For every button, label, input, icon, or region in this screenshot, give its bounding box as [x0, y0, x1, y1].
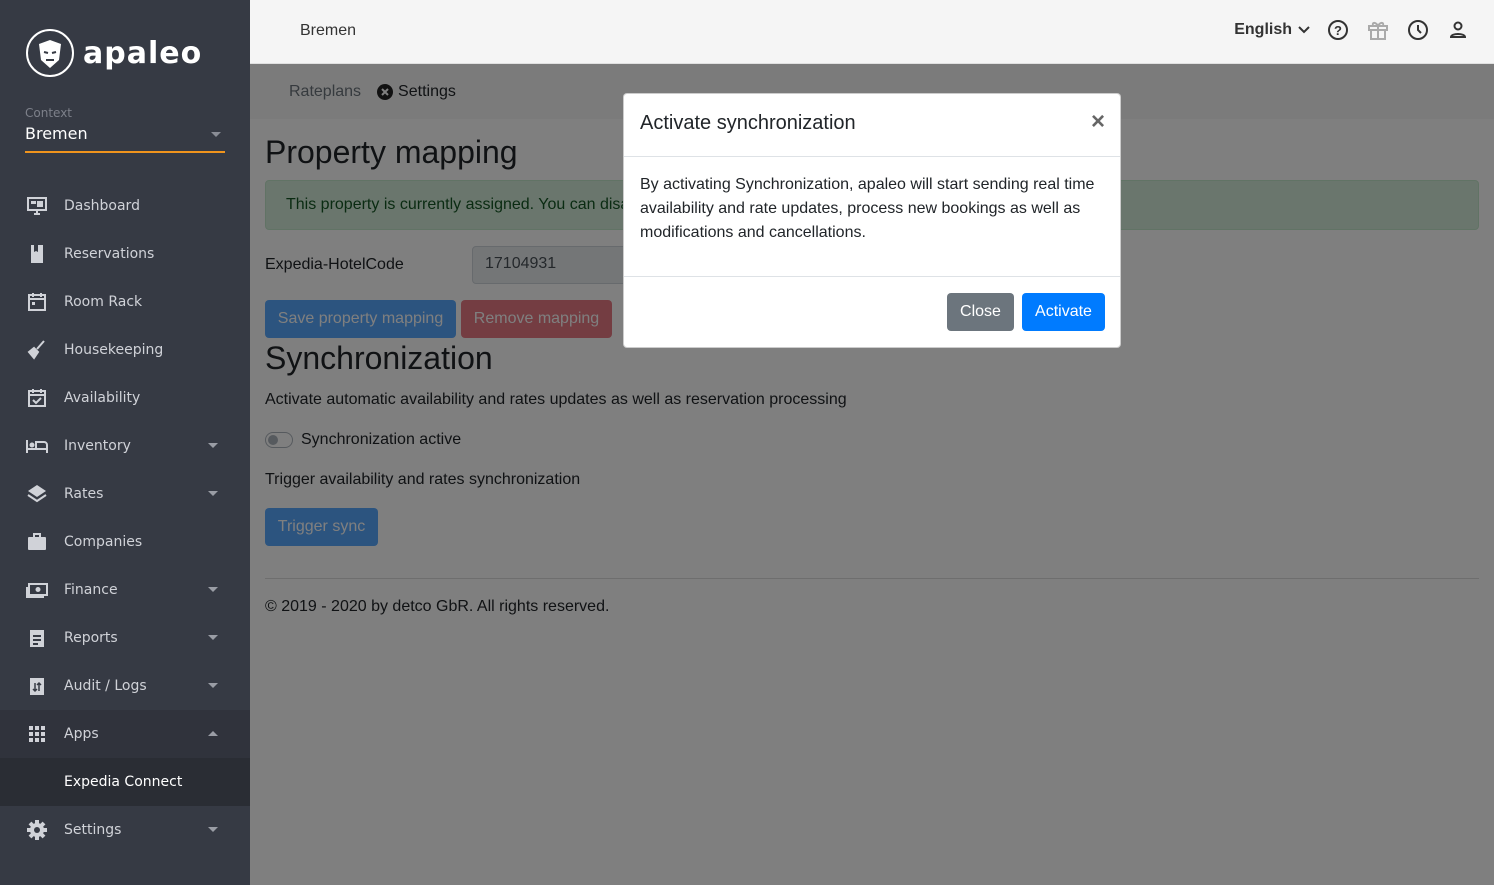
modal-body: By activating Synchronization, apaleo wi… [624, 157, 1120, 277]
sidebar-item-label: Rates [64, 486, 103, 502]
property-title: Bremen [300, 22, 356, 40]
sidebar-nav: Dashboard Reservations Room Rack Housekeepi… [0, 182, 250, 854]
sidebar-item-label: Room Rack [64, 294, 142, 310]
caret-up-icon [208, 726, 218, 736]
sidebar-item-companies[interactable]: Companies [0, 518, 250, 566]
sidebar-item-label: Inventory [64, 438, 131, 454]
caret-down-icon [208, 587, 218, 597]
lion-logo-icon [25, 28, 75, 78]
sidebar-item-label: Reports [64, 630, 118, 646]
sidebar-item-reservations[interactable]: Reservations [0, 230, 250, 278]
sidebar-item-label: Reservations [64, 246, 154, 262]
gear-icon [25, 818, 49, 842]
money-icon [25, 578, 49, 602]
monitor-icon [25, 194, 49, 218]
help-icon[interactable]: ? [1326, 18, 1350, 42]
modal-title: Activate synchronization [640, 112, 856, 134]
sidebar-item-inventory[interactable]: Inventory [0, 422, 250, 470]
sidebar-item-rates[interactable]: Rates [0, 470, 250, 518]
sidebar-item-label: Dashboard [64, 198, 140, 214]
caret-down-icon [208, 491, 218, 501]
activate-button[interactable]: Activate [1022, 293, 1105, 331]
sidebar: apaleo Context Bremen Dashboard Reservati… [0, 0, 250, 885]
calendar-check-icon [25, 386, 49, 410]
sidebar-item-label: Settings [64, 822, 121, 838]
sidebar-item-expedia-connect[interactable]: Expedia Connect [0, 758, 250, 806]
sidebar-item-dashboard[interactable]: Dashboard [0, 182, 250, 230]
sidebar-item-label: Companies [64, 534, 142, 550]
sidebar-item-room-rack[interactable]: Room Rack [0, 278, 250, 326]
chevron-down-icon [1298, 26, 1310, 34]
clock-icon[interactable] [1406, 18, 1430, 42]
clipboard-icon [25, 626, 49, 650]
bookmark-icon [25, 242, 49, 266]
sidebar-item-finance[interactable]: Finance [0, 566, 250, 614]
close-icon[interactable]: × [1091, 108, 1105, 136]
sidebar-item-reports[interactable]: Reports [0, 614, 250, 662]
caret-down-icon [211, 132, 221, 142]
sidebar-item-label: Apps [64, 726, 99, 742]
calendar-icon [25, 290, 49, 314]
sidebar-item-label: Finance [64, 582, 118, 598]
context-select[interactable]: Bremen [25, 124, 225, 153]
caret-down-icon [208, 683, 218, 693]
language-label: English [1234, 21, 1292, 39]
svg-text:?: ? [1334, 23, 1342, 38]
sidebar-item-audit-logs[interactable]: Audit / Logs [0, 662, 250, 710]
activate-sync-modal: Activate synchronization × By activating … [623, 93, 1121, 348]
broom-icon [25, 338, 49, 362]
layers-icon [25, 482, 49, 506]
bed-icon [25, 434, 49, 458]
user-icon[interactable] [1446, 18, 1470, 42]
briefcase-icon [25, 530, 49, 554]
grid-icon [25, 722, 49, 746]
sidebar-item-label: Availability [64, 390, 140, 406]
sidebar-item-label: Expedia Connect [64, 774, 182, 790]
logo[interactable]: apaleo [25, 28, 202, 78]
brand-name: apaleo [83, 36, 202, 71]
language-select[interactable]: English [1234, 21, 1310, 39]
caret-down-icon [208, 443, 218, 453]
context-label: Context [25, 106, 72, 120]
audit-icon [25, 674, 49, 698]
sidebar-item-apps[interactable]: Apps [0, 710, 250, 758]
sidebar-item-label: Audit / Logs [64, 678, 147, 694]
sidebar-item-housekeeping[interactable]: Housekeeping [0, 326, 250, 374]
caret-down-icon [208, 635, 218, 645]
gift-icon[interactable] [1366, 18, 1390, 42]
top-bar: Bremen English ? [250, 0, 1494, 64]
context-value: Bremen [25, 124, 88, 143]
sidebar-item-availability[interactable]: Availability [0, 374, 250, 422]
close-button[interactable]: Close [947, 293, 1014, 331]
sidebar-item-settings[interactable]: Settings [0, 806, 250, 854]
caret-down-icon [208, 827, 218, 837]
sidebar-item-label: Housekeeping [64, 342, 163, 358]
